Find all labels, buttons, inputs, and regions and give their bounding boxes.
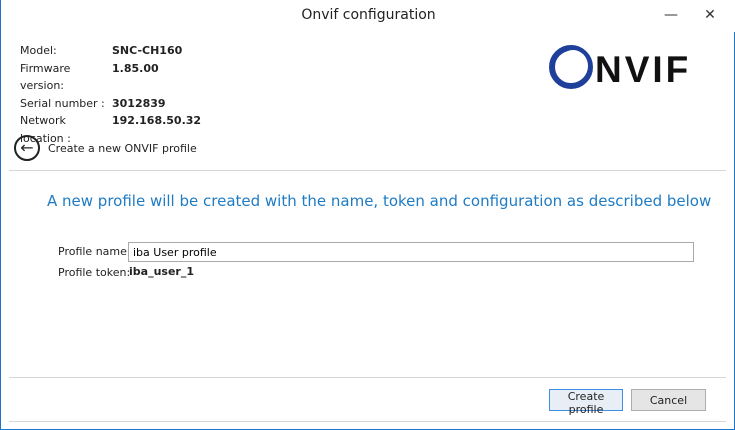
profile-name-label: Profile name : [58,245,135,258]
divider [9,170,726,171]
model-value: SNC-CH160 [112,44,183,57]
cancel-button[interactable]: Cancel [631,389,706,411]
back-label: Create a new ONVIF profile [48,141,197,155]
page-heading: A new profile will be created with the n… [47,192,712,210]
back-arrow-icon[interactable]: ← [14,135,40,161]
profile-token-value: iba_user_1 [129,265,194,278]
title-bar: Onvif configuration — ✕ [1,0,735,32]
back-nav[interactable]: ← Create a new ONVIF profile [14,135,197,161]
profile-token-label: Profile token: [58,266,131,279]
divider [9,421,726,422]
model-label: Model: [20,44,57,57]
close-button[interactable]: ✕ [696,4,724,26]
serial-value: 3012839 [112,96,166,110]
firmware-label: Firmware version: [20,61,71,93]
profile-name-input[interactable] [128,242,694,262]
firmware-value: 1.85.00 [112,61,159,75]
create-profile-button[interactable]: Create profile [549,389,623,416]
device-info: Model: SNC-CH160 Firmware version: 1.85.00… [20,42,201,147]
svg-text:NVIF: NVIF [595,49,691,90]
divider [9,377,726,378]
dialog-window: Onvif configuration — ✕ Model: SNC-CH160 … [0,0,735,430]
serial-label: Serial number : [20,96,105,110]
minimize-button[interactable]: — [657,4,685,26]
window-title: Onvif configuration [301,7,436,23]
onvif-logo: NVIF [549,45,691,90]
